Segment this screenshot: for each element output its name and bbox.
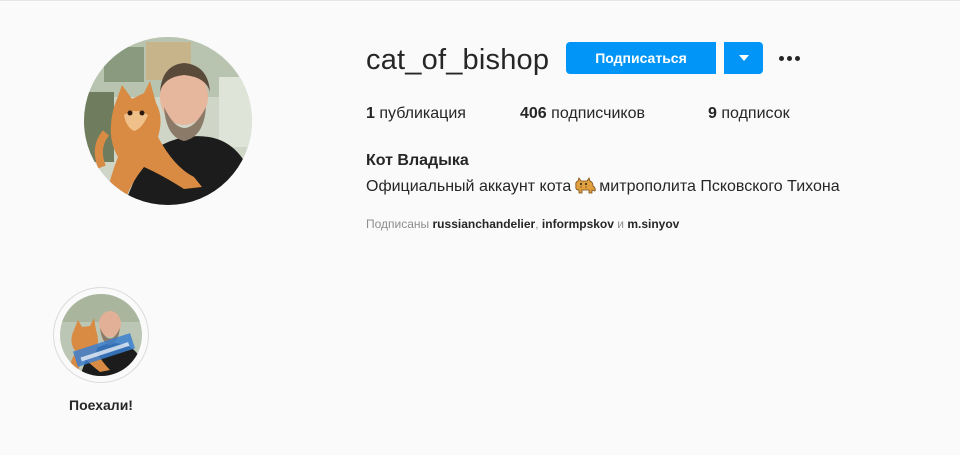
profile-username: cat_of_bishop: [366, 44, 550, 76]
highlight-cover-image: [60, 294, 142, 376]
chevron-down-icon: [739, 55, 749, 61]
posts-label: публикация: [379, 105, 466, 122]
follower-link-russianchandelier[interactable]: russianchandelier: [433, 217, 536, 231]
followers-count: 406: [520, 105, 547, 122]
more-options-button[interactable]: [776, 45, 806, 71]
bio-text-end: митрополита Псковского Тихона: [599, 178, 840, 195]
followed-by-prefix: Подписаны: [366, 217, 430, 231]
profile-full-name: Кот Владыка: [366, 152, 469, 169]
highlight-ring: [53, 287, 149, 383]
follower-link-msinyov[interactable]: m.sinyov: [627, 217, 679, 231]
following-count: 9: [708, 105, 717, 122]
bio-text-start: Официальный аккаунт кота: [366, 178, 572, 195]
followers-stat[interactable]: 406 подписчиков: [520, 103, 645, 125]
top-divider: [0, 0, 960, 1]
separator-comma: ,: [535, 217, 539, 231]
posts-stat: 1 публикация: [366, 103, 466, 125]
profile-photo-icon: [84, 37, 252, 205]
following-label: подписок: [721, 105, 790, 122]
profile-avatar[interactable]: [84, 37, 252, 205]
posts-count: 1: [366, 105, 375, 122]
following-stat[interactable]: 9 подписок: [708, 103, 790, 125]
follow-button[interactable]: Подписаться: [566, 42, 716, 74]
cat-emoji-icon: [574, 176, 596, 201]
highlight-label: Поехали!: [69, 397, 133, 413]
follow-options-dropdown-button[interactable]: [724, 42, 763, 74]
followed-by-line: Подписаны russianchandelier, informpskov…: [366, 215, 679, 233]
conjunction-text: и: [617, 217, 624, 231]
profile-bio: Официальный аккаунт кота митрополита Пск…: [366, 176, 840, 201]
follower-link-informpskov[interactable]: informpskov: [542, 217, 614, 231]
followers-label: подписчиков: [551, 105, 645, 122]
highlight-photo-icon: [60, 294, 142, 376]
story-highlight[interactable]: Поехали!: [53, 287, 149, 413]
